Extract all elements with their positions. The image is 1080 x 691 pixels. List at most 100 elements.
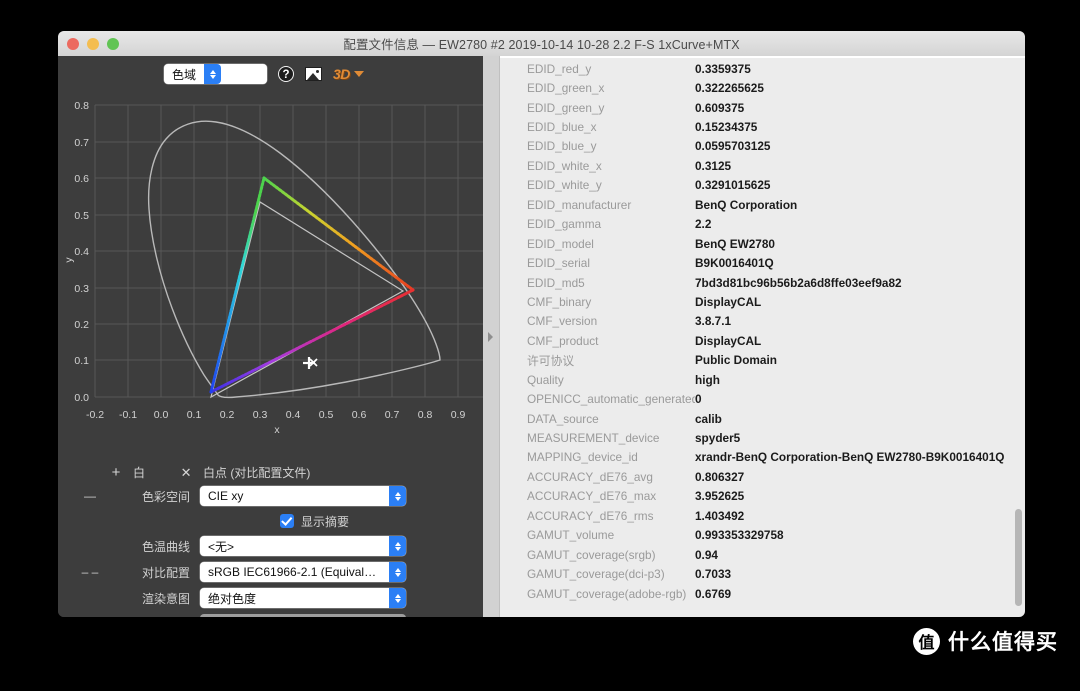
show-summary-row[interactable]: 显示摘要	[58, 509, 483, 533]
svg-text:0.4: 0.4	[74, 246, 89, 258]
table-cell-key: EDID_blue_x	[527, 120, 597, 135]
temp-curve-select[interactable]: <无>	[200, 536, 406, 556]
watermark-text: 什么值得买	[948, 630, 1058, 654]
table-row[interactable]: DATA_source calib	[500, 409, 1025, 428]
table-row[interactable]: EDID_manufacturer BenQ Corporation	[500, 195, 1025, 214]
chevron-down-icon	[353, 71, 364, 77]
table-cell-key: EDID_green_x	[527, 81, 605, 96]
table-row[interactable]: EDID_blue_y 0.0595703125	[500, 137, 1025, 156]
info-panel-scrollbar[interactable]	[1013, 56, 1023, 617]
table-cell-value: 3.952625	[695, 489, 745, 504]
table-cell-key: Quality	[527, 372, 564, 387]
colorspace-select[interactable]: CIE xy	[200, 486, 406, 506]
table-row[interactable]: EDID_white_x 0.3125	[500, 156, 1025, 175]
cross-icon: ✕	[180, 464, 192, 480]
scrollbar-thumb[interactable]	[1015, 509, 1022, 606]
chromaticity-plot[interactable]: 0.0 0.1 0.2 0.3 0.4 0.5 0.6 0.7 0.8 y -0…	[58, 92, 483, 457]
table-row[interactable]: CMF_version 3.8.7.1	[500, 312, 1025, 331]
legend-label-white-point: 白点 (对比配置文件)	[203, 465, 311, 480]
table-row[interactable]: GAMUT_volume 0.993353329758	[500, 526, 1025, 545]
view-select-value: 色域	[172, 67, 197, 82]
table-row[interactable]: EDID_gamma 2.2	[500, 215, 1025, 234]
table-cell-key: CMF_product	[527, 333, 599, 348]
panel-splitter[interactable]	[483, 56, 500, 617]
temp-curve-select-stepper[interactable]	[389, 536, 406, 556]
table-row[interactable]: EDID_serial B9K0016401Q	[500, 253, 1025, 272]
table-cell-value: 2.2	[695, 217, 712, 232]
table-cell-key: DATA_source	[527, 411, 599, 426]
table-row[interactable]: EDID_md5 7bd3d81bc96b56b2a6d8ffe03eef9a82	[500, 273, 1025, 292]
profile-info-window: 配置文件信息 — EW2780 #2 2019-10-14 10-28 2.2 …	[58, 31, 1025, 617]
colorspace-select-stepper[interactable]	[389, 486, 406, 506]
colorspace-select-value: CIE xy	[208, 489, 244, 503]
view-select[interactable]: 色域	[164, 64, 267, 84]
table-row[interactable]: ACCURACY_dE76_avg 0.806327	[500, 467, 1025, 486]
colorspace-row: — 色彩空间 CIE xy	[58, 483, 483, 509]
three-d-button[interactable]: 3D	[333, 66, 364, 82]
table-row[interactable]: GAMUT_coverage(adobe-rgb) 0.6769	[500, 584, 1025, 603]
table-cell-value: 0.993353329758	[695, 528, 784, 543]
cie-diagram-svg: 0.0 0.1 0.2 0.3 0.4 0.5 0.6 0.7 0.8 y -0…	[58, 92, 483, 457]
table-row[interactable]: Quality high	[500, 370, 1025, 389]
table-cell-value: 3.8.7.1	[695, 314, 732, 329]
svg-text:0.6: 0.6	[74, 173, 89, 185]
compare-profile-select[interactable]: sRGB IEC61966-2.1 (Equivalent...	[200, 562, 406, 582]
window-titlebar[interactable]: 配置文件信息 — EW2780 #2 2019-10-14 10-28 2.2 …	[58, 31, 1025, 57]
table-row[interactable]: MEASUREMENT_device spyder5	[500, 428, 1025, 447]
table-cell-value: 0.3125	[695, 158, 732, 173]
close-button[interactable]	[67, 37, 79, 50]
compare-profile-select-stepper[interactable]	[389, 562, 406, 582]
table-cell-key: EDID_blue_y	[527, 139, 597, 154]
table-cell-value: 0.3359375	[695, 61, 751, 76]
three-d-label: 3D	[333, 66, 350, 82]
table-cell-value: spyder5	[695, 431, 741, 446]
window-controls	[67, 31, 119, 56]
minimize-button[interactable]	[87, 37, 99, 50]
rendering-intent-select[interactable]: 绝对色度	[200, 588, 406, 608]
table-cell-key: OPENICC_automatic_generated	[527, 392, 695, 407]
help-icon[interactable]: ?	[278, 66, 294, 82]
image-icon[interactable]	[305, 67, 322, 81]
svg-text:0.7: 0.7	[74, 137, 89, 149]
table-row[interactable]: OPENICC_automatic_generated 0	[500, 389, 1025, 408]
table-cell-key: EDID_md5	[527, 275, 585, 290]
table-row[interactable]: EDID_green_y 0.609375	[500, 98, 1025, 117]
table-cell-key: CMF_binary	[527, 294, 592, 309]
table-row[interactable]: ACCURACY_dE76_rms 1.403492	[500, 506, 1025, 525]
table-row[interactable]: EDID_white_y 0.3291015625	[500, 176, 1025, 195]
show-summary-label: 显示摘要	[301, 514, 350, 529]
colorspace-label: 色彩空间	[141, 489, 190, 504]
splitter-arrow-icon[interactable]	[488, 331, 493, 342]
info-panel: EDID_red_y 0.3359375 EDID_green_x 0.3222656…	[500, 56, 1025, 617]
table-cell-key: ACCURACY_dE76_rms	[527, 508, 654, 523]
screenshot-root: 配置文件信息 — EW2780 #2 2019-10-14 10-28 2.2 …	[0, 0, 1080, 691]
table-row[interactable]: EDID_blue_x 0.15234375	[500, 117, 1025, 136]
table-row[interactable]: EDID_green_x 0.322265625	[500, 78, 1025, 97]
table-row[interactable]: ACCURACY_dE76_max 3.952625	[500, 487, 1025, 506]
svg-text:0.7: 0.7	[385, 409, 400, 421]
table-row[interactable]: CMF_binary DisplayCAL	[500, 292, 1025, 311]
table-row[interactable]: MAPPING_device_id xrandr-BenQ Corporation…	[500, 448, 1025, 467]
show-summary-checkbox[interactable]	[280, 514, 294, 528]
table-row[interactable]: GAMUT_coverage(srgb) 0.94	[500, 545, 1025, 564]
table-row[interactable]: EDID_model BenQ EW2780	[500, 234, 1025, 253]
table-row[interactable]: 许可协议 Public Domain	[500, 351, 1025, 370]
zoom-button[interactable]	[107, 37, 119, 50]
table-cell-key: EDID_white_x	[527, 158, 602, 173]
compare-profile-row: – – 对比配置 sRGB IEC61966-2.1 (Equivalent..…	[58, 559, 483, 585]
x-axis-label: x	[274, 424, 280, 436]
view-select-stepper[interactable]	[204, 64, 222, 84]
table-cell-key: GAMUT_coverage(dci-p3)	[527, 567, 665, 582]
table-row[interactable]: CMF_product DisplayCAL	[500, 331, 1025, 350]
rendering-intent-select-value: 绝对色度	[208, 591, 257, 606]
table-row[interactable]: EDID_red_y 0.3359375	[500, 59, 1025, 78]
svg-text:0.0: 0.0	[74, 392, 89, 404]
table-row[interactable]: GAMUT_coverage(dci-p3) 0.7033	[500, 564, 1025, 583]
left-panel: 色域 ? 3D 0.0 0.1 0.2 0.3 0.4 0.5 0.6 0.7 …	[58, 56, 483, 617]
table-cell-key: MEASUREMENT_device	[527, 431, 660, 446]
table-cell-value: calib	[695, 411, 722, 426]
y-axis-ticks: 0.0 0.1 0.2 0.3 0.4 0.5 0.6 0.7 0.8	[74, 100, 89, 404]
svg-text:0.2: 0.2	[74, 319, 89, 331]
table-cell-key: EDID_red_y	[527, 61, 592, 76]
rendering-intent-select-stepper[interactable]	[389, 588, 406, 608]
